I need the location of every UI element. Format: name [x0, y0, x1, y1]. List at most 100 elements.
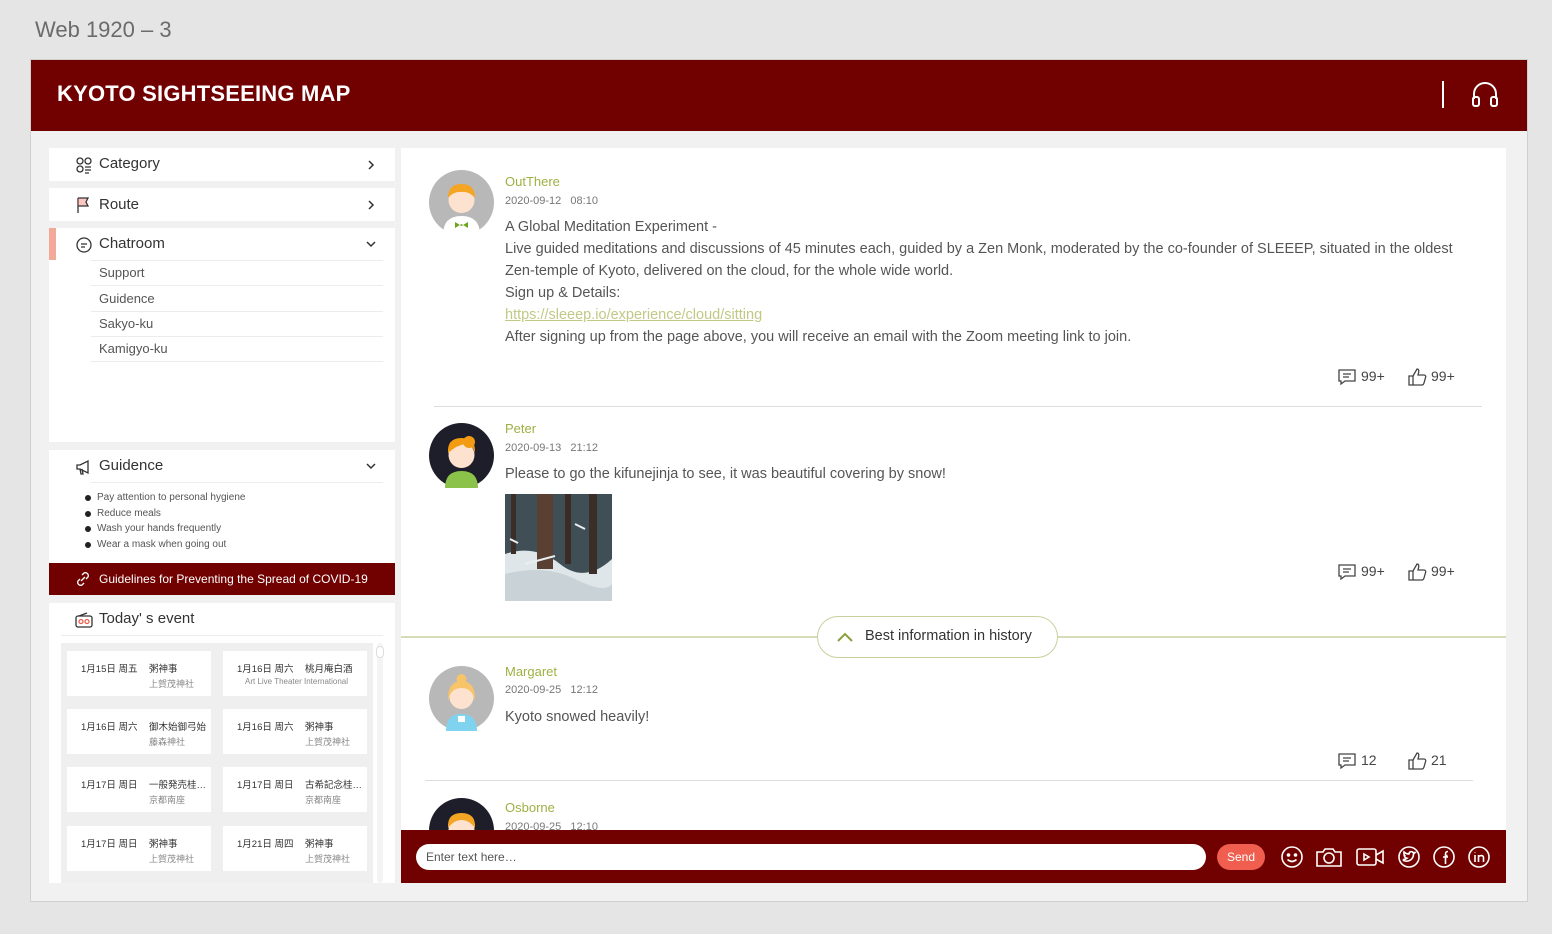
message-input[interactable] [416, 844, 1206, 870]
post-timestamp: 2020-09-13 21:12 [505, 442, 598, 454]
event-date: 1月15日 周五 [81, 664, 138, 675]
event-name: 粥神事 [149, 664, 178, 675]
event-venue: 上賀茂神社 [305, 854, 351, 864]
event-name: 粥神事 [305, 839, 334, 850]
avatar [429, 666, 494, 731]
comment-count: 12 [1361, 752, 1377, 768]
post-body: Please to go the kifunejinja to see, it … [505, 466, 946, 482]
post-username[interactable]: Margaret [505, 664, 557, 679]
event-date: 1月16日 周六 [237, 664, 294, 675]
divider [434, 406, 1482, 407]
post-body: Kyoto snowed heavily! [505, 709, 650, 725]
comment-icon [1338, 753, 1356, 770]
event-date: 1月21日 周四 [237, 839, 294, 850]
header-bar: KYOTO SIGHTSEEING MAP [31, 60, 1527, 131]
event-card[interactable]: 1月16日 周六 粥神事 上賀茂神社 [223, 709, 367, 754]
event-date: 1月17日 周日 [81, 780, 138, 791]
emoji-icon[interactable] [1280, 845, 1304, 869]
chevron-up-icon [837, 632, 853, 642]
chat-feed: OutThere 2020-09-12 08:10 A Global Medit… [401, 148, 1506, 883]
sidebar-item-category[interactable]: Category [49, 148, 395, 181]
chatroom-item-support[interactable]: Support [91, 261, 383, 286]
send-button[interactable]: Send [1217, 844, 1265, 870]
events-grid: 1月15日 周五 粥神事 上賀茂神社 1月16日 周六 桃月庵白酒 Art Li… [61, 643, 373, 883]
twitter-icon[interactable] [1397, 845, 1421, 869]
thumbs-up-icon [1408, 368, 1427, 386]
thumbs-up-icon [1408, 563, 1427, 581]
event-venue: 京都南座 [149, 795, 186, 805]
scrollbar-thumb[interactable] [376, 646, 384, 658]
event-date: 1月17日 周日 [237, 780, 294, 791]
event-card[interactable]: 1月21日 周四 粥神事 上賀茂神社 [223, 826, 367, 871]
comment-count: 99+ [1361, 563, 1385, 579]
flag-icon [77, 197, 90, 213]
chatroom-item-guidence[interactable]: Guidence [91, 287, 383, 312]
chatroom-item-sakyo-ku[interactable]: Sakyo-ku [91, 312, 383, 337]
list-item: Wear a mask when going out [84, 539, 227, 550]
events-title: Today' s event [99, 610, 195, 627]
comment-count: 99+ [1361, 368, 1385, 384]
best-history-button[interactable]: Best information in history [817, 616, 1058, 658]
divider [61, 635, 383, 636]
chat-icon [76, 237, 92, 253]
event-date: 1月16日 周六 [81, 722, 138, 733]
guidence-title[interactable]: Guidence [99, 457, 163, 474]
events-scrollbar[interactable] [376, 643, 384, 883]
covid-guidelines-link[interactable]: Guidelines for Preventing the Spread of … [49, 563, 395, 595]
post-username[interactable]: Peter [505, 421, 536, 436]
like-count: 99+ [1431, 563, 1455, 579]
event-card[interactable]: 1月17日 周日 粥神事 上賀茂神社 [67, 826, 211, 871]
event-card[interactable]: 1月17日 周日 古希記念桂… 京都南座 [223, 767, 367, 812]
covid-link-label: Guidelines for Preventing the Spread of … [99, 572, 368, 586]
sidebar-section-events: Today' s event 1月15日 周五 粥神事 上賀茂神社 1月16日 … [49, 603, 395, 883]
event-card[interactable]: 1月15日 周五 粥神事 上賀茂神社 [67, 651, 211, 696]
post-username[interactable]: Osborne [505, 800, 555, 815]
header-divider [1442, 81, 1444, 108]
sidebar-item-label: Route [99, 196, 140, 213]
category-icon [76, 157, 92, 174]
chevron-right-icon [368, 160, 375, 170]
divider [425, 780, 1473, 781]
post-line: Zen-temple of Kyoto, delivered on the cl… [505, 263, 954, 279]
frame-label: Web 1920 – 3 [35, 17, 172, 42]
comment-icon [1338, 369, 1356, 386]
post-timestamp: 2020-09-25 12:12 [505, 684, 598, 696]
list-item: Pay attention to personal hygiene [84, 492, 246, 503]
snow-forest-photo[interactable] [505, 494, 612, 601]
event-venue: 上賀茂神社 [305, 737, 351, 747]
event-name: 御木始御弓始 [149, 722, 207, 733]
linkedin-icon[interactable] [1467, 845, 1491, 869]
camera-icon[interactable] [1315, 845, 1343, 869]
event-date: 1月17日 周日 [81, 839, 138, 850]
event-card[interactable]: 1月16日 周六 御木始御弓始 藤森神社 [67, 709, 211, 754]
app-window: KYOTO SIGHTSEEING MAP Category Route Cha… [30, 59, 1528, 902]
post-line: After signing up from the page above, yo… [505, 329, 1132, 345]
event-venue: 上賀茂神社 [149, 854, 195, 864]
event-card[interactable]: 1月16日 周六 桃月庵白酒 Art Live Theater Internat… [223, 651, 367, 696]
sidebar-item-route[interactable]: Route [49, 188, 395, 221]
post-username[interactable]: OutThere [505, 174, 560, 189]
headphones-icon[interactable] [1470, 79, 1500, 109]
megaphone-icon [76, 459, 89, 475]
comment-icon [1338, 564, 1356, 581]
list-item: Wash your hands frequently [84, 523, 222, 534]
post-body: A Global Meditation Experiment - Live gu… [505, 216, 1485, 348]
chevron-down-icon[interactable] [365, 460, 377, 472]
avatar [429, 170, 494, 235]
event-name: 粥神事 [149, 839, 178, 850]
sidebar-item-chatroom[interactable]: Chatroom [99, 235, 165, 252]
post-line: A Global Meditation Experiment - [505, 219, 717, 235]
avatar [429, 423, 494, 488]
divider [91, 482, 383, 483]
event-card[interactable]: 1月17日 周日 一般発売桂… 京都南座 [67, 767, 211, 812]
chevron-down-icon[interactable] [365, 238, 377, 250]
post-link[interactable]: https://sleeep.io/experience/cloud/sitti… [505, 307, 762, 323]
event-venue: 藤森神社 [149, 737, 186, 747]
list-item: Reduce meals [85, 508, 161, 519]
video-icon[interactable] [1355, 845, 1385, 869]
event-name: 粥神事 [305, 722, 334, 733]
chatroom-item-kamigyo-ku[interactable]: Kamigyo-ku [91, 337, 383, 362]
facebook-icon[interactable] [1432, 845, 1456, 869]
event-date: 1月16日 周六 [237, 722, 294, 733]
like-count: 21 [1431, 752, 1447, 768]
